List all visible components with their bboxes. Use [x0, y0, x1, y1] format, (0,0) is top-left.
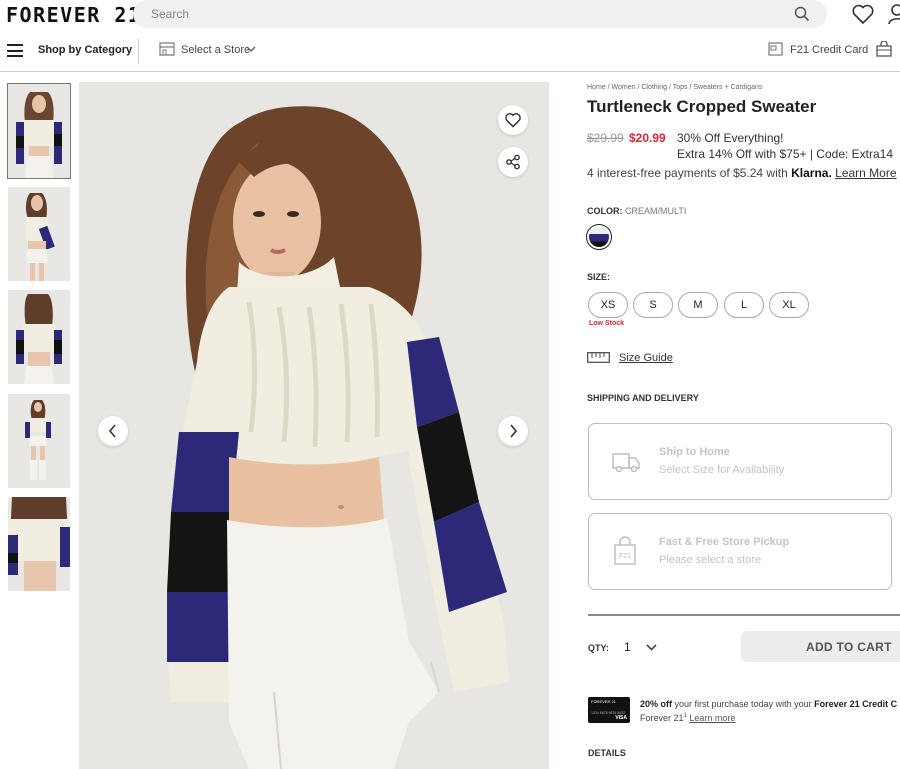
- thumbnail-4[interactable]: [8, 394, 70, 488]
- truck-icon: [612, 453, 640, 473]
- thumbnail-image: [8, 497, 70, 591]
- search-bar[interactable]: Search: [133, 0, 827, 28]
- ruler-icon: [587, 352, 610, 363]
- credit-card-image: FOREVER 21 1234 5678 9876 5432 VISA: [588, 697, 630, 723]
- size-label: SIZE:: [587, 272, 611, 282]
- section-divider: [588, 614, 900, 616]
- size-option-s[interactable]: S: [633, 292, 673, 318]
- shipping-label: SHIPPING AND DELIVERY: [587, 393, 699, 403]
- swatch-fill: [589, 227, 609, 247]
- top-bar: FOREVER 21 Search: [0, 0, 900, 30]
- chevron-left-icon: [108, 424, 116, 438]
- breadcrumb[interactable]: Home / Women / Clothing / Tops / Sweater…: [587, 84, 762, 91]
- main-product-image[interactable]: [79, 82, 549, 769]
- svg-text:F21: F21: [619, 553, 631, 560]
- thumbnail-3[interactable]: [8, 290, 70, 384]
- details-heading[interactable]: DETAILS: [588, 748, 626, 758]
- promo-line-1: 30% Off Everything!: [677, 131, 784, 145]
- thumbnail-5[interactable]: [8, 497, 70, 591]
- color-value: CREAM/MULTI: [625, 206, 687, 216]
- ship-to-home-option[interactable]: Ship to Home Select Size for Availabilit…: [588, 423, 892, 500]
- logo[interactable]: FOREVER 21: [6, 3, 141, 27]
- store-pickup-title: Fast & Free Store Pickup: [659, 536, 790, 548]
- credit-offer-brand: Forever 21 Credit C: [814, 699, 898, 709]
- chevron-right-icon: [510, 424, 518, 438]
- wishlist-button[interactable]: [498, 105, 528, 135]
- credit-offer-footnote: 1: [683, 713, 687, 719]
- chevron-down-icon[interactable]: [646, 643, 657, 651]
- chevron-down-icon[interactable]: [246, 45, 256, 53]
- klarna-learn-more-link[interactable]: Learn More: [835, 166, 896, 180]
- size-option-m[interactable]: M: [678, 292, 718, 318]
- klarna-text: 4 interest-free payments of $5.24 with: [587, 166, 788, 180]
- low-stock-badge: Low Stock: [589, 320, 625, 327]
- size-option-l[interactable]: L: [724, 292, 764, 318]
- next-image-button[interactable]: [498, 416, 528, 446]
- qty-select[interactable]: 1: [624, 640, 631, 654]
- thumbnail-image: [8, 290, 70, 384]
- size-option-xl[interactable]: XL: [769, 292, 809, 318]
- credit-offer: 20% off your first purchase today with y…: [640, 698, 897, 724]
- product-title: Turtleneck Cropped Sweater: [587, 97, 817, 116]
- credit-learn-more-link[interactable]: Learn more: [689, 713, 735, 723]
- user-icon[interactable]: [888, 3, 900, 25]
- thumbnail-image: [8, 394, 70, 488]
- ship-to-home-title: Ship to Home: [659, 446, 730, 458]
- product-photo: [79, 82, 549, 769]
- nav-divider: [138, 39, 139, 63]
- search-input[interactable]: Search: [151, 7, 189, 21]
- credit-card-link[interactable]: F21 Credit Card: [790, 44, 868, 56]
- bag-icon[interactable]: [876, 41, 892, 57]
- prev-image-button[interactable]: [98, 416, 128, 446]
- heart-icon: [505, 113, 521, 128]
- credit-offer-text: your first purchase today with your: [674, 699, 812, 709]
- color-label-text: COLOR:: [587, 206, 623, 216]
- credit-offer-line2: Forever 21: [640, 713, 684, 723]
- nav-bar: Shop by Category Select a Store F21 Cred…: [0, 30, 900, 72]
- store-icon[interactable]: [159, 42, 175, 56]
- wishlist-heart-icon[interactable]: [851, 3, 875, 25]
- thumbnail-image: [8, 187, 70, 281]
- klarna-message: 4 interest-free payments of $5.24 with K…: [587, 166, 897, 180]
- select-store-link[interactable]: Select a Store: [181, 44, 250, 56]
- qty-label: QTY:: [588, 643, 609, 653]
- credit-card-icon[interactable]: [768, 42, 783, 56]
- store-pickup-option[interactable]: F21 Fast & Free Store Pickup Please sele…: [588, 513, 892, 590]
- original-price: $29.99: [587, 131, 624, 145]
- credit-offer-pct: 20% off: [640, 699, 673, 709]
- thumbnail-image: [8, 84, 70, 178]
- sale-price: $20.99: [629, 131, 666, 145]
- share-icon: [506, 154, 520, 170]
- size-guide-link[interactable]: Size Guide: [619, 352, 673, 364]
- card-brand: FOREVER 21: [591, 699, 616, 704]
- share-button[interactable]: [498, 147, 528, 177]
- store-pickup-subtitle: Please select a store: [659, 554, 762, 566]
- card-network: VISA: [615, 715, 627, 721]
- ship-to-home-subtitle: Select Size for Availability: [659, 464, 785, 476]
- shop-by-category-link[interactable]: Shop by Category: [38, 44, 132, 56]
- klarna-brand: Klarna.: [791, 166, 832, 180]
- size-option-xs[interactable]: XS: [588, 292, 628, 318]
- menu-icon[interactable]: [7, 44, 23, 57]
- color-label: COLOR: CREAM/MULTI: [587, 206, 686, 216]
- thumbnail-2[interactable]: [8, 187, 70, 281]
- search-icon[interactable]: [794, 6, 810, 22]
- color-swatch-cream-multi[interactable]: [586, 224, 612, 250]
- add-to-cart-button[interactable]: ADD TO CART: [741, 631, 900, 662]
- thumbnail-1[interactable]: [7, 83, 71, 179]
- promo-line-2: Extra 14% Off with $75+ | Code: Extra14: [677, 147, 894, 161]
- shopping-bag-icon: F21: [614, 536, 636, 565]
